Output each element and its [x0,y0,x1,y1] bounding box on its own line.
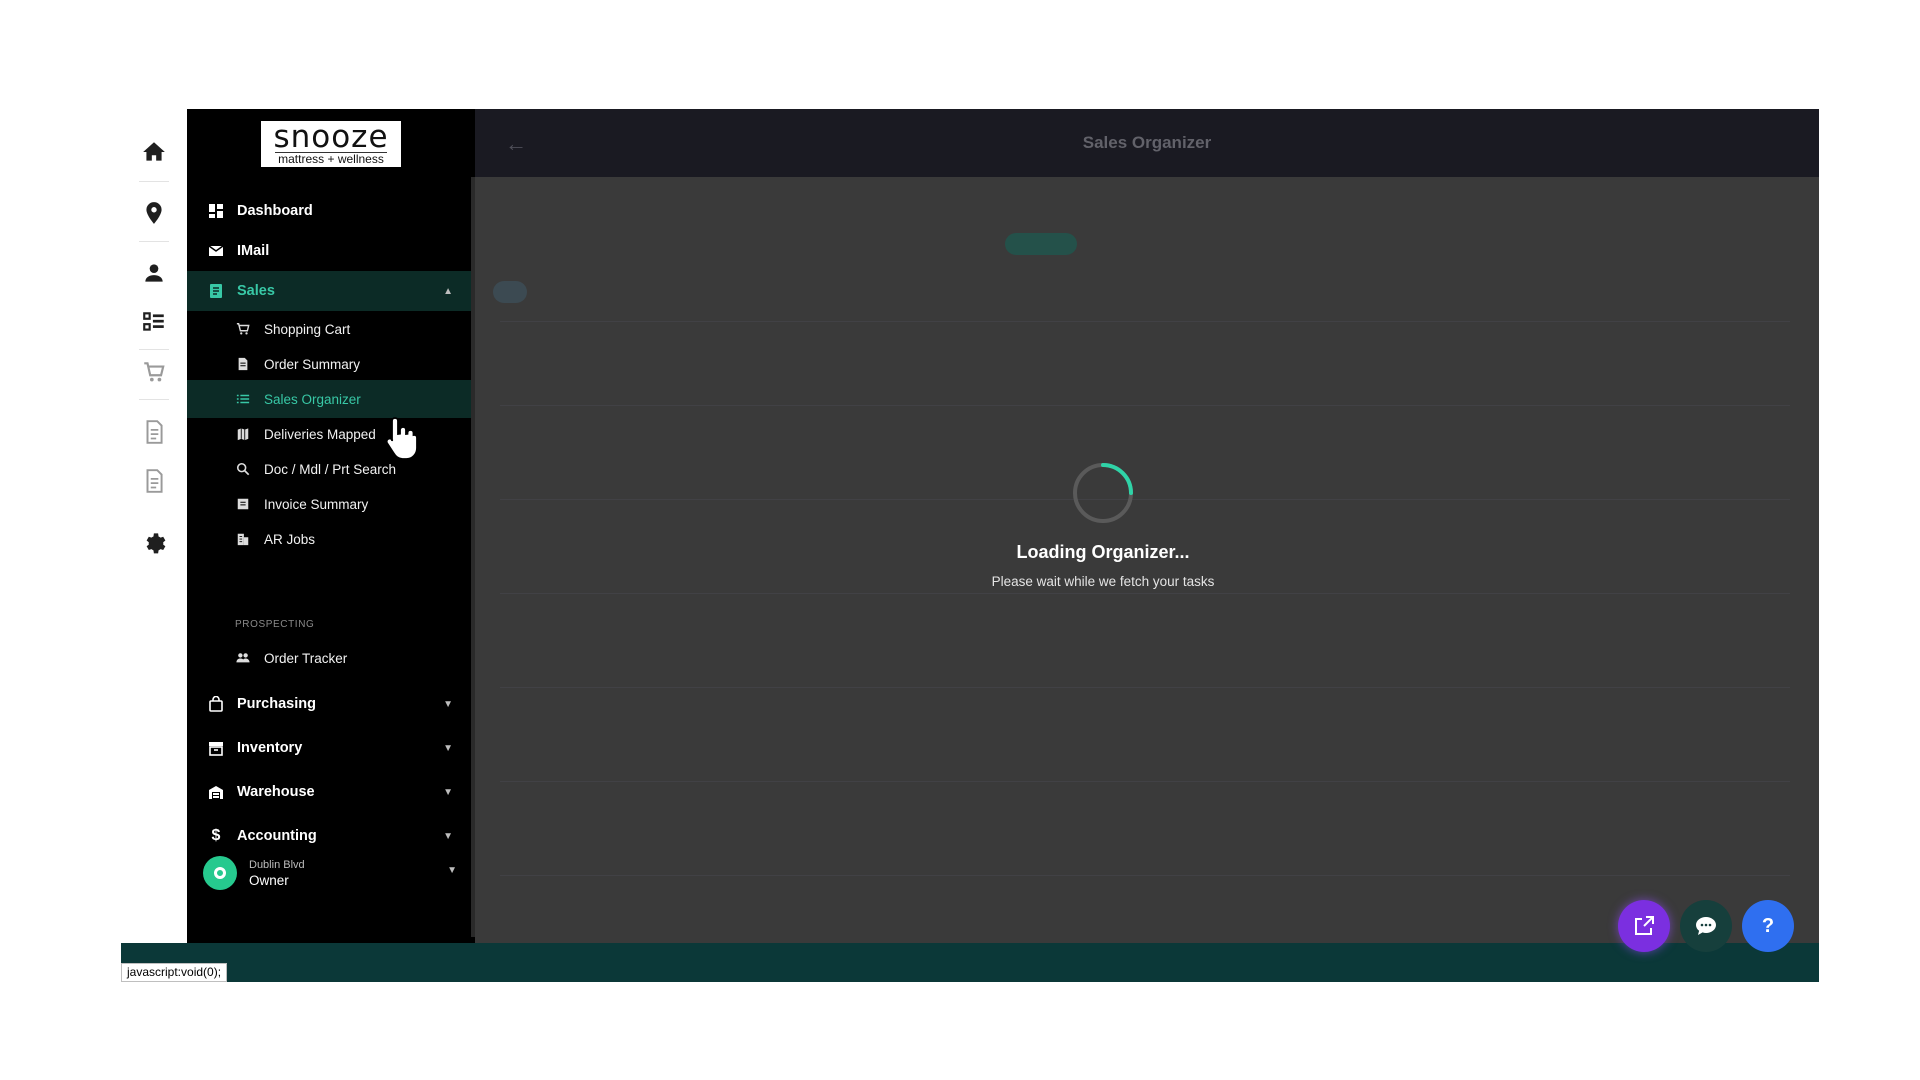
chevron-down-icon: ▼ [443,830,453,842]
sidebar-item-label: Warehouse [237,784,315,800]
sidebar-subitem-sales-organizer[interactable]: Sales Organizer [187,380,475,418]
sidebar-item-label: Accounting [237,828,317,844]
warehouse-icon [207,783,225,801]
avatar [203,856,237,890]
chat-button[interactable] [1680,900,1732,952]
sidebar-item-label: Purchasing [237,696,316,712]
gear-icon[interactable] [134,521,174,561]
hand-cursor-icon [385,417,418,460]
sidebar-subitem-label: Shopping Cart [264,321,351,337]
rail-divider [139,349,169,350]
sidebar-subitem-label: Invoice Summary [264,496,369,512]
row-divider [500,593,1790,594]
sidebar-item-label: Dashboard [237,203,313,219]
invoice-icon [235,496,251,512]
sidebar-subitem-label: Sales Organizer [264,391,361,407]
list-icon [235,391,251,407]
cart-icon [235,321,251,337]
sidebar-subitem-deliveries-mapped[interactable]: Deliveries Mapped [187,415,475,453]
user-profile[interactable]: Dublin Blvd Owner ▼ [203,851,463,895]
document-icon[interactable] [134,461,174,501]
sidebar-subitem-invoice-summary[interactable]: Invoice Summary [187,485,475,523]
sidebar-item-warehouse[interactable]: Warehouse ▼ [187,772,475,812]
sidebar-subitem-label: Order Tracker [264,650,348,666]
user-role: Owner [249,872,289,888]
sidebar-subitem-doc-search[interactable]: Doc / Mdl / Prt Search [187,450,475,488]
help-button[interactable]: ? [1742,900,1794,952]
loading-subtitle: Please wait while we fetch your tasks [991,574,1215,589]
sidebar: snooze mattress + wellness Dashboard IMa… [187,109,475,943]
filter-chip [493,281,527,303]
rail-divider [139,241,169,242]
document-icon [235,356,251,372]
document-icon[interactable] [134,412,174,452]
chevron-down-icon: ▼ [443,786,453,798]
sidebar-item-sales[interactable]: Sales ▲ [187,271,475,311]
row-divider [500,875,1790,876]
main-content: ← Sales Organizer Loading Organizer... P… [475,109,1819,943]
external-link-icon [1635,916,1654,935]
user-location: Dublin Blvd [249,858,305,871]
sidebar-item-label: Sales [237,283,275,299]
chat-icon [1696,917,1716,935]
building-icon [235,531,251,547]
map-icon [235,426,251,442]
sidebar-subitem-ar-jobs[interactable]: AR Jobs [187,520,475,558]
chevron-down-icon: ▼ [447,865,457,876]
dollar-icon: $ [211,827,221,844]
sidebar-item-purchasing[interactable]: Purchasing ▼ [187,684,475,724]
logo-tagline: mattress + wellness [275,152,387,166]
divider [500,321,1790,322]
mail-icon [207,242,225,260]
top-bar: ← Sales Organizer [475,109,1819,177]
chevron-down-icon: ▼ [443,742,453,754]
rail-divider [139,399,169,400]
page-title: Sales Organizer [1082,133,1212,152]
sidebar-item-accounting[interactable]: $ Accounting ▼ [187,816,475,856]
row-divider [500,405,1790,406]
bottom-bar [121,943,1819,982]
sidebar-subitem-order-tracker[interactable]: Order Tracker [187,639,475,677]
cart-icon[interactable] [134,352,174,392]
sidebar-subitem-label: Order Summary [264,356,361,372]
people-icon [235,650,251,666]
rail-divider [139,181,169,182]
loading-title: Loading Organizer... [1016,542,1190,562]
loading-spinner [1073,463,1133,523]
search-icon [235,461,251,477]
sidebar-subitem-label: AR Jobs [264,531,316,547]
open-external-button[interactable] [1618,900,1670,952]
sidebar-item-dashboard[interactable]: Dashboard [187,191,475,231]
brand-logo[interactable]: snooze mattress + wellness [259,119,403,169]
sidebar-item-inventory[interactable]: Inventory ▼ [187,728,475,768]
location-pin-icon[interactable] [134,193,174,233]
sidebar-subitem-order-summary[interactable]: Order Summary [187,345,475,383]
section-header-prospecting: PROSPECTING [235,619,315,630]
search-button[interactable] [1005,233,1077,255]
person-icon[interactable] [134,253,174,293]
sidebar-item-imail[interactable]: IMail [187,231,475,271]
sales-icon [207,282,225,300]
sidebar-subitem-label: Deliveries Mapped [264,426,376,442]
sidebar-subitem-shopping-cart[interactable]: Shopping Cart [187,310,475,348]
row-divider [500,781,1790,782]
chevron-down-icon: ▼ [443,698,453,710]
bag-icon [207,695,225,713]
home-icon[interactable] [134,132,174,172]
row-divider [500,499,1790,500]
sidebar-item-label: IMail [237,243,270,259]
icon-rail [121,109,187,943]
app-window: snooze mattress + wellness Dashboard IMa… [121,109,1819,982]
chevron-up-icon: ▲ [443,285,453,297]
row-divider [500,687,1790,688]
inventory-icon [207,739,225,757]
dashboard-icon [207,202,225,220]
status-bar-url: javascript:void(0); [121,963,228,982]
checklist-icon[interactable] [134,302,174,342]
logo-wordmark: snooze [273,119,389,155]
sidebar-subitem-label: Doc / Mdl / Prt Search [264,461,397,477]
sidebar-item-label: Inventory [237,740,303,756]
